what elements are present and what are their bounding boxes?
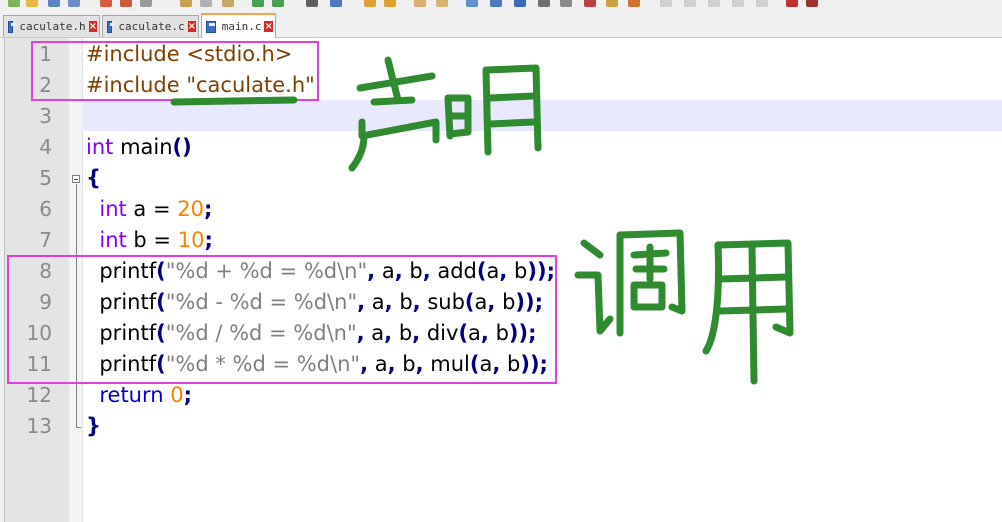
code-token: ; bbox=[203, 197, 213, 221]
code-line[interactable]: int main() bbox=[86, 132, 192, 163]
open-file-icon[interactable] bbox=[26, 0, 38, 7]
spell-check-icon[interactable] bbox=[786, 0, 798, 7]
code-token: main bbox=[113, 135, 173, 159]
zoom-in-icon[interactable] bbox=[364, 0, 376, 7]
tab-caculate-c[interactable]: caculate.c × bbox=[102, 15, 199, 37]
save-icon[interactable] bbox=[48, 0, 60, 7]
paste-icon[interactable] bbox=[222, 0, 234, 7]
code-token: ; bbox=[183, 383, 193, 407]
undo-icon[interactable] bbox=[252, 0, 264, 7]
doc-map-icon[interactable] bbox=[560, 0, 572, 7]
abc-icon[interactable] bbox=[806, 0, 818, 7]
file-saved-icon bbox=[8, 20, 18, 33]
code-token: b = bbox=[126, 228, 178, 252]
lang-icon[interactable] bbox=[538, 0, 550, 7]
replace-icon[interactable] bbox=[330, 0, 342, 7]
tab-label: caculate.c bbox=[118, 20, 185, 33]
function-list-icon[interactable] bbox=[584, 0, 596, 7]
code-token: } bbox=[86, 414, 101, 438]
play-icon[interactable] bbox=[708, 0, 720, 7]
code-token: { bbox=[86, 166, 101, 190]
code-token: return bbox=[99, 383, 164, 407]
file-saved-icon bbox=[206, 20, 216, 33]
sync-h-icon[interactable] bbox=[436, 0, 448, 7]
tab-caculate-h[interactable]: caculate.h × bbox=[3, 15, 100, 37]
code-token: ; bbox=[204, 228, 213, 252]
code-line[interactable]: return 0; bbox=[86, 380, 192, 411]
code-token: int bbox=[99, 228, 127, 252]
all-chars-icon[interactable] bbox=[490, 0, 502, 7]
monitor-icon[interactable] bbox=[628, 0, 640, 7]
find-icon[interactable] bbox=[306, 0, 318, 7]
record-icon[interactable] bbox=[660, 0, 672, 7]
close-icon[interactable]: × bbox=[187, 21, 196, 32]
handwritten-call-label: 调用 bbox=[574, 229, 794, 385]
line-number[interactable]: 12 bbox=[5, 380, 52, 411]
tab-main-c[interactable]: main.c × bbox=[201, 13, 276, 38]
code-token: a = bbox=[126, 197, 178, 221]
code-token: 10 bbox=[177, 228, 205, 252]
redo-icon[interactable] bbox=[272, 0, 284, 7]
cut-icon[interactable] bbox=[180, 0, 192, 7]
handwritten-declaration-label: 声明 bbox=[348, 56, 542, 172]
close-icon[interactable]: × bbox=[264, 21, 273, 32]
close-icon[interactable] bbox=[100, 0, 112, 7]
code-token: () bbox=[172, 135, 192, 159]
wrap-icon[interactable] bbox=[466, 0, 478, 7]
close-all-icon[interactable] bbox=[120, 0, 132, 7]
fold-end-marker bbox=[76, 427, 81, 428]
tab-bar: caculate.h × caculate.c × main.c × bbox=[0, 11, 1002, 38]
line-number[interactable]: 6 bbox=[5, 194, 52, 225]
new-file-icon[interactable] bbox=[8, 0, 20, 7]
sync-scroll-icon[interactable] bbox=[414, 0, 426, 7]
zoom-out-icon[interactable] bbox=[384, 0, 396, 7]
file-saved-icon bbox=[107, 20, 117, 33]
fold-toggle-icon[interactable] bbox=[72, 175, 80, 183]
line-number[interactable]: 4 bbox=[5, 132, 52, 163]
code-line[interactable]: { bbox=[86, 163, 101, 194]
line-number[interactable]: 3 bbox=[5, 101, 52, 132]
code-token: 0 bbox=[170, 383, 184, 407]
code-token: int bbox=[86, 135, 114, 159]
copy-icon[interactable] bbox=[200, 0, 212, 7]
save-all-icon[interactable] bbox=[68, 0, 80, 7]
folder-workspace-icon[interactable] bbox=[606, 0, 618, 7]
code-line[interactable]: int a = 20; bbox=[86, 194, 212, 225]
tab-label: main.c bbox=[221, 20, 262, 33]
print-icon[interactable] bbox=[140, 0, 152, 7]
code-line[interactable]: } bbox=[86, 411, 101, 442]
stop-icon[interactable] bbox=[684, 0, 696, 7]
tab-label: caculate.h bbox=[19, 20, 86, 33]
play-multiple-icon[interactable] bbox=[732, 0, 744, 7]
line-number[interactable]: 5 bbox=[5, 163, 52, 194]
save-macro-icon[interactable] bbox=[756, 0, 768, 7]
code-token: int bbox=[99, 197, 127, 221]
code-token: 20 bbox=[177, 197, 204, 221]
indent-guide-icon[interactable] bbox=[514, 0, 526, 7]
close-icon[interactable]: × bbox=[88, 21, 97, 32]
line-number[interactable]: 13 bbox=[5, 411, 52, 442]
code-line[interactable]: int b = 10; bbox=[86, 225, 213, 256]
calls-highlight-box bbox=[7, 255, 557, 384]
line-number[interactable]: 7 bbox=[5, 225, 52, 256]
handwritten-underline bbox=[170, 96, 298, 106]
